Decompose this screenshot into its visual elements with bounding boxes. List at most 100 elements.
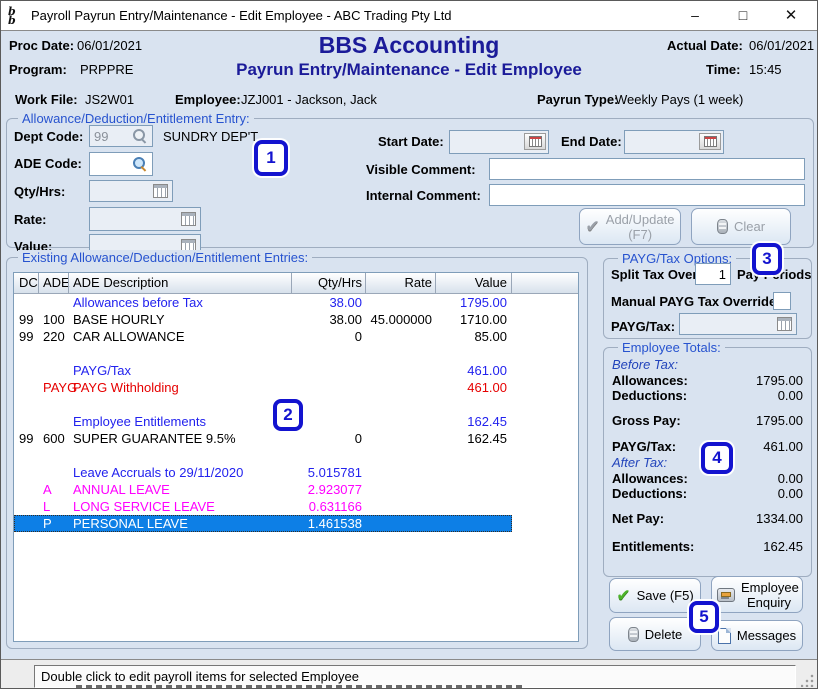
- app-window: bb Payroll Payrun Entry/Maintenance - Ed…: [0, 0, 818, 689]
- end-date-label: End Date:: [561, 134, 622, 149]
- maximize-button[interactable]: □: [721, 1, 765, 30]
- cell-value: 162.45: [417, 430, 507, 447]
- enquiry-icon: [717, 588, 735, 602]
- calendar-icon[interactable]: [524, 133, 546, 150]
- totals-value: 1334.00: [756, 512, 803, 527]
- table-row[interactable]: [14, 396, 512, 413]
- calculator-icon[interactable]: [777, 317, 792, 331]
- manual-override-checkbox[interactable]: [773, 292, 791, 310]
- col-header-rate[interactable]: Rate: [367, 275, 432, 290]
- col-header-dc[interactable]: DC: [19, 275, 38, 290]
- table-row[interactable]: 99600SUPER GUARANTEE 9.5%0162.45: [14, 430, 512, 447]
- messages-button[interactable]: Messages: [711, 620, 803, 651]
- entries-group-title: Existing Allowance/Deduction/Entitlement…: [18, 250, 312, 265]
- calendar-icon[interactable]: [699, 133, 721, 150]
- qty-hrs-field[interactable]: [89, 180, 173, 202]
- calculator-icon[interactable]: [181, 212, 196, 226]
- cell-ade: 220: [43, 328, 65, 345]
- table-row[interactable]: Leave Accruals to 29/11/20205.015781: [14, 464, 512, 481]
- cell-desc: CAR ALLOWANCE: [73, 328, 185, 345]
- search-icon[interactable]: [132, 156, 148, 172]
- table-row[interactable]: PAYG/Tax461.00: [14, 362, 512, 379]
- dept-code-label: Dept Code:: [14, 129, 83, 144]
- ade-code-field[interactable]: [89, 152, 153, 176]
- totals-value: 461.00: [763, 440, 803, 455]
- totals-value: 0.00: [778, 487, 803, 502]
- search-icon[interactable]: [132, 128, 148, 144]
- table-row[interactable]: 99100BASE HOURLY38.0045.0000001710.00: [14, 311, 512, 328]
- ade-code-label: ADE Code:: [14, 156, 82, 171]
- cell-desc: Employee Entitlements: [73, 413, 206, 430]
- save-label: Save (F5): [637, 588, 694, 603]
- payg-tax-field[interactable]: [679, 313, 797, 335]
- cell-qty: 2.923077: [262, 481, 362, 498]
- annotation-badge-5: 5: [689, 601, 719, 633]
- annotation-badge-4: 4: [701, 442, 733, 474]
- clear-button[interactable]: Clear: [691, 208, 791, 245]
- document-icon: [718, 628, 731, 644]
- annotation-badge-2: 2: [273, 399, 303, 431]
- cell-desc: Leave Accruals to 29/11/2020: [73, 464, 243, 481]
- table-row[interactable]: PPERSONAL LEAVE1.461538: [14, 515, 512, 532]
- end-date-field[interactable]: [624, 130, 724, 154]
- rate-field[interactable]: [89, 207, 201, 231]
- delete-button[interactable]: Delete: [609, 617, 701, 651]
- cell-qty: 0.631166: [262, 498, 362, 515]
- table-row[interactable]: AANNUAL LEAVE2.923077: [14, 481, 512, 498]
- internal-comment-field[interactable]: [489, 184, 805, 206]
- col-header-qty[interactable]: Qty/Hrs: [293, 275, 362, 290]
- start-date-field[interactable]: [449, 130, 549, 154]
- close-button[interactable]: ✕: [769, 1, 813, 30]
- work-file-label: Work File:: [15, 92, 78, 107]
- dept-code-field[interactable]: 99: [89, 125, 153, 147]
- cell-qty: 0: [262, 430, 362, 447]
- table-header[interactable]: DC ADE ADE Description Qty/Hrs Rate Valu…: [14, 273, 578, 294]
- table-row[interactable]: 99220CAR ALLOWANCE085.00: [14, 328, 512, 345]
- totals-value: 1795.00: [756, 414, 803, 429]
- col-header-value[interactable]: Value: [437, 275, 507, 290]
- table-row[interactable]: PAYGPAYG Withholding461.00: [14, 379, 512, 396]
- cell-ade: L: [43, 498, 50, 515]
- internal-comment-label: Internal Comment:: [366, 188, 481, 203]
- add-update-label: Add/Update(F7): [606, 212, 675, 242]
- cell-qty: 1.461538: [262, 515, 362, 532]
- add-update-button[interactable]: ✔ Add/Update(F7): [579, 208, 681, 245]
- eraser-icon: [717, 219, 728, 234]
- calculator-icon[interactable]: [153, 184, 168, 198]
- cell-desc: BASE HOURLY: [73, 311, 165, 328]
- employee-enquiry-label: Employee Enquiry: [741, 580, 797, 610]
- entries-table[interactable]: DC ADE ADE Description Qty/Hrs Rate Valu…: [13, 272, 579, 642]
- cell-ade: 600: [43, 430, 65, 447]
- screen-title: Payrun Entry/Maintenance - Edit Employee: [1, 60, 817, 80]
- totals-value: 162.45: [763, 540, 803, 555]
- cell-desc: PAYG/Tax: [73, 362, 131, 379]
- title-bar[interactable]: bb Payroll Payrun Entry/Maintenance - Ed…: [1, 1, 817, 31]
- table-row[interactable]: [14, 447, 512, 464]
- totals-value: 0.00: [778, 472, 803, 487]
- cell-dc: 99: [19, 430, 33, 447]
- minimize-button[interactable]: –: [673, 1, 717, 30]
- employee-totals-title: Employee Totals:: [618, 340, 725, 355]
- resize-grip[interactable]: [801, 674, 814, 687]
- totals-label: Allowances:: [612, 374, 688, 389]
- col-header-ade[interactable]: ADE: [43, 275, 70, 290]
- col-header-description[interactable]: ADE Description: [73, 275, 168, 290]
- totals-row: Entitlements:162.45: [612, 540, 803, 555]
- table-row[interactable]: Employee Entitlements 162.45: [14, 413, 512, 430]
- split-tax-field[interactable]: 1: [695, 263, 731, 285]
- cell-value: 85.00: [417, 328, 507, 345]
- cell-value: 162.45: [417, 413, 507, 430]
- visible-comment-field[interactable]: [489, 158, 805, 180]
- table-row[interactable]: [14, 345, 512, 362]
- table-row[interactable]: LLONG SERVICE LEAVE0.631166: [14, 498, 512, 515]
- manual-override-label: Manual PAYG Tax Override:: [611, 294, 781, 309]
- start-date-label: Start Date:: [378, 134, 444, 149]
- payrun-type-label: Payrun Type:: [537, 92, 618, 107]
- app-logo-icon: bb: [8, 7, 26, 25]
- save-button[interactable]: ✔ Save (F5): [609, 578, 701, 613]
- employee-enquiry-button[interactable]: Employee Enquiry: [711, 576, 803, 613]
- totals-value: 0.00: [778, 389, 803, 404]
- table-row[interactable]: Allowances before Tax38.001795.00: [14, 294, 512, 311]
- cell-ade: P: [43, 515, 52, 532]
- cell-value: 1710.00: [417, 311, 507, 328]
